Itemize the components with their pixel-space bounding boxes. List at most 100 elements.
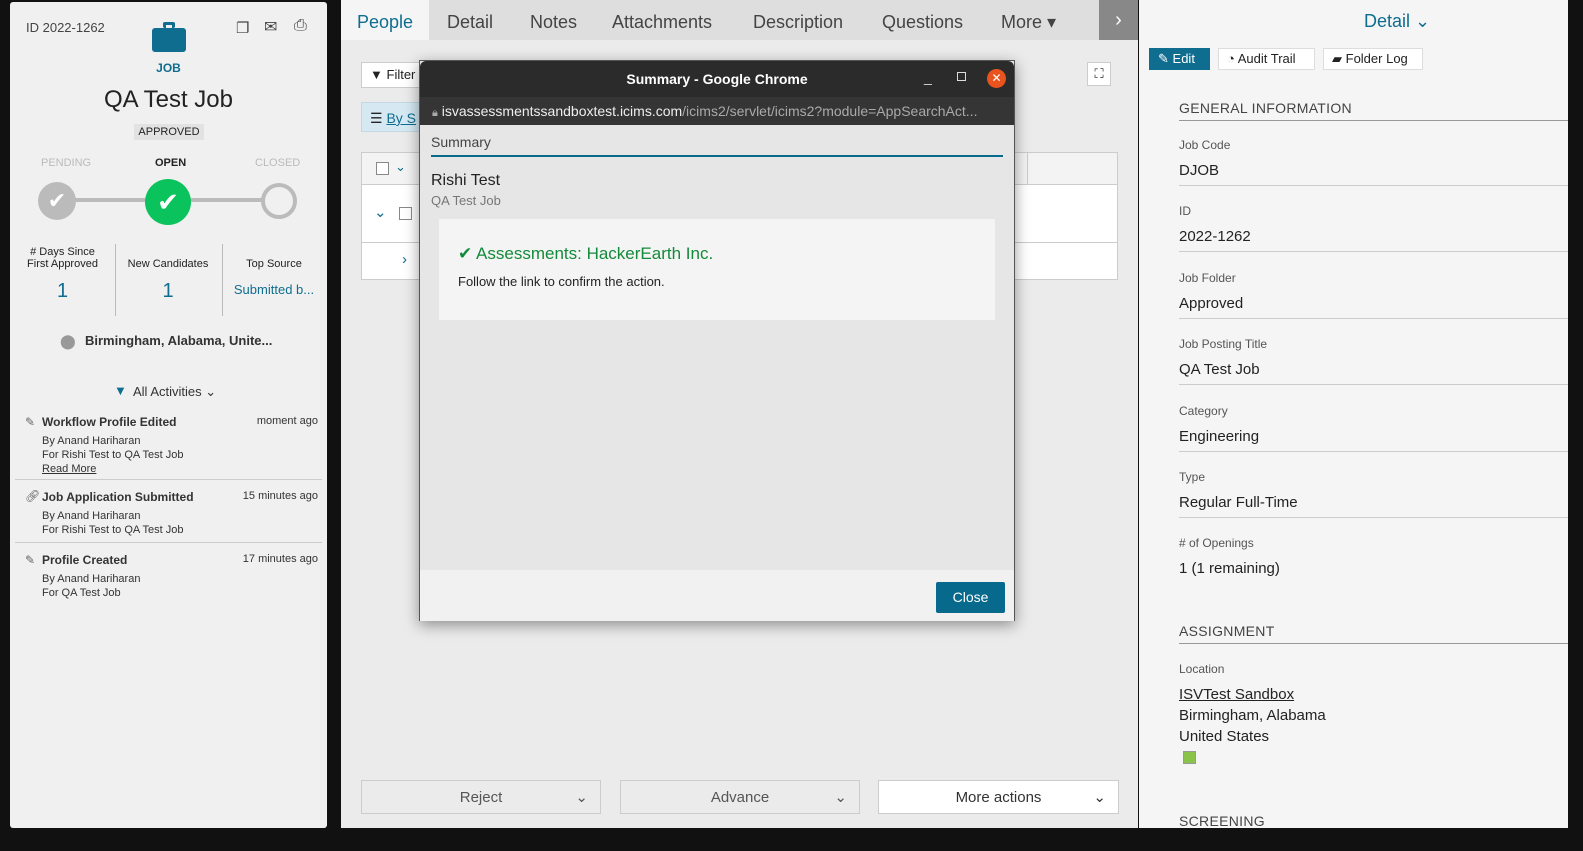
tab-questions[interactable]: Questions: [882, 0, 963, 40]
activity-time: moment ago: [256, 415, 318, 427]
list-item: 🔗︎ Job Application Submitted 15 minutes …: [15, 480, 322, 543]
location-line: Birmingham, Alabama: [1179, 707, 1326, 724]
copy-icon[interactable]: ❐: [236, 19, 249, 37]
stat-label: New Candidates: [127, 258, 209, 270]
edit-label: Edit: [1172, 51, 1195, 66]
detail-dropdown[interactable]: Detail ⌄: [1364, 11, 1430, 32]
field-label: Category: [1179, 403, 1228, 418]
list-item: ✎ Workflow Profile Edited moment ago By …: [15, 406, 322, 480]
activity-line: By Anand Hariharan: [42, 573, 141, 585]
field-label: Job Posting Title: [1179, 337, 1268, 352]
edit-icon: ✎: [25, 415, 36, 429]
tab-description[interactable]: Description: [753, 0, 843, 40]
minimize-button[interactable]: _: [924, 69, 932, 85]
activity-filter[interactable]: All Activities ⌄: [133, 384, 216, 400]
print-icon[interactable]: ⎙: [294, 17, 307, 35]
record-type: JOB: [156, 61, 181, 75]
pencil-icon: ✎: [1158, 51, 1169, 66]
closed-circle-icon: [261, 183, 297, 219]
more-actions-label: More actions: [955, 789, 1042, 806]
tab-detail[interactable]: Detail: [447, 0, 493, 40]
pending-check-icon: ✔: [38, 182, 76, 220]
summary-popup-window: Summary - Google Chrome _ ✕ 🔒︎ isvassess…: [419, 60, 1015, 621]
filter-icon: ▼: [114, 383, 127, 398]
email-icon[interactable]: ✉: [264, 17, 277, 37]
field-label: ID: [1179, 204, 1191, 219]
job-summary-panel: ID 2022-1262 ❐ ✉ ⎙ JOB QA Test Job APPRO…: [10, 2, 327, 828]
link-icon: 🔗︎: [25, 489, 41, 503]
location-pin-icon: ⬤: [60, 333, 76, 349]
list-icon: ☰: [370, 110, 383, 126]
activity-line: By Anand Hariharan: [42, 510, 141, 522]
reject-button[interactable]: Reject ⌄: [361, 780, 601, 814]
detail-header: Detail: [1364, 11, 1411, 31]
activity-time: 15 minutes ago: [242, 490, 318, 502]
location-line: United States: [1179, 728, 1270, 745]
field-value: Engineering: [1179, 427, 1260, 445]
field-value: DJOB: [1179, 162, 1220, 179]
row-checkbox[interactable]: [399, 207, 412, 220]
field-value: Regular Full-Time: [1179, 494, 1298, 511]
close-button[interactable]: Close: [936, 582, 1005, 613]
audit-trail-label: Audit Trail: [1237, 51, 1296, 66]
collapse-panel-button[interactable]: ›: [1099, 0, 1138, 40]
list-item: ✎ Profile Created 17 minutes ago By Anan…: [15, 543, 322, 606]
chevron-down-icon: ⌄: [205, 384, 217, 399]
message-body: Follow the link to confirm the action.: [458, 274, 665, 289]
message-box: ✔ Assessments: HackerEarth Inc. Follow t…: [439, 219, 995, 320]
map-image-icon[interactable]: [1183, 751, 1196, 764]
activity-line: By Anand Hariharan: [42, 435, 141, 447]
audit-trail-button[interactable]: ◔ Audit Trail: [1218, 48, 1315, 70]
reject-label: Reject: [459, 789, 503, 806]
filter-label: Filter: [386, 67, 416, 82]
tab-notes[interactable]: Notes: [530, 0, 577, 40]
activity-line: For Rishi Test to QA Test Job: [42, 524, 184, 536]
field-label: Job Folder: [1179, 270, 1236, 285]
tab-people[interactable]: People: [341, 0, 429, 40]
folder-log-button[interactable]: ▰ Folder Log: [1323, 48, 1423, 70]
stat-label: Top Source: [246, 258, 302, 270]
fullscreen-icon[interactable]: ⛶: [1087, 62, 1111, 86]
location: Birmingham, Alabama, Unite...: [85, 333, 273, 348]
check-icon: ✔: [458, 244, 473, 263]
edit-button[interactable]: ✎ Edit: [1149, 48, 1210, 70]
advance-button[interactable]: Advance ⌄: [620, 780, 860, 814]
location-link[interactable]: ISVTest Sandbox: [1179, 686, 1294, 703]
location-label: Location: [1179, 662, 1225, 676]
job-name: QA Test Job: [431, 193, 501, 208]
assignment-heading: ASSIGNMENT: [1179, 623, 1275, 639]
folder-icon: ▰: [1332, 51, 1342, 66]
stage-closed: CLOSED: [255, 157, 301, 169]
address-bar[interactable]: 🔒︎ isvassessmentssandboxtest.icims.com/i…: [420, 97, 1014, 125]
field-label: Job Code: [1179, 138, 1231, 152]
select-all-checkbox[interactable]: [376, 162, 389, 175]
field-value: QA Test Job: [1179, 361, 1260, 379]
more-actions-button[interactable]: More actions ⌄: [878, 780, 1119, 814]
activity-filter-label: All Activities: [133, 384, 202, 399]
general-information-heading: GENERAL INFORMATION: [1179, 100, 1352, 116]
status-badge: APPROVED: [134, 124, 204, 140]
tab-attachments[interactable]: Attachments: [612, 0, 712, 40]
screening-heading: SCREENING: [1179, 813, 1265, 829]
activity-title: Job Application Submitted: [42, 490, 194, 504]
read-more-link[interactable]: Read More: [42, 463, 96, 475]
job-id: ID 2022-1262: [26, 20, 105, 35]
briefcase-icon: [152, 22, 186, 52]
top-source-link[interactable]: Submitted b...: [224, 282, 324, 297]
stage-pending: PENDING: [41, 157, 92, 169]
field-value: Approved: [1179, 294, 1244, 312]
tab-more[interactable]: More ▾: [1001, 0, 1056, 40]
activity-time: 17 minutes ago: [242, 553, 318, 565]
close-window-button[interactable]: ✕: [987, 69, 1006, 88]
open-check-icon: ✔: [145, 179, 191, 225]
field-label: # of Openings: [1179, 536, 1254, 551]
chevron-down-icon[interactable]: ⌄: [395, 159, 406, 175]
field-label: Type: [1179, 470, 1206, 484]
advance-label: Advance: [710, 789, 770, 806]
expand-row-icon[interactable]: ⌄: [374, 203, 387, 221]
stat-value: 1: [56, 280, 69, 302]
activity-list: ✎ Workflow Profile Edited moment ago By …: [10, 406, 327, 606]
activity-title: Workflow Profile Edited: [42, 415, 177, 429]
chevron-right-icon[interactable]: ›: [402, 251, 407, 268]
maximize-button[interactable]: [957, 72, 966, 81]
